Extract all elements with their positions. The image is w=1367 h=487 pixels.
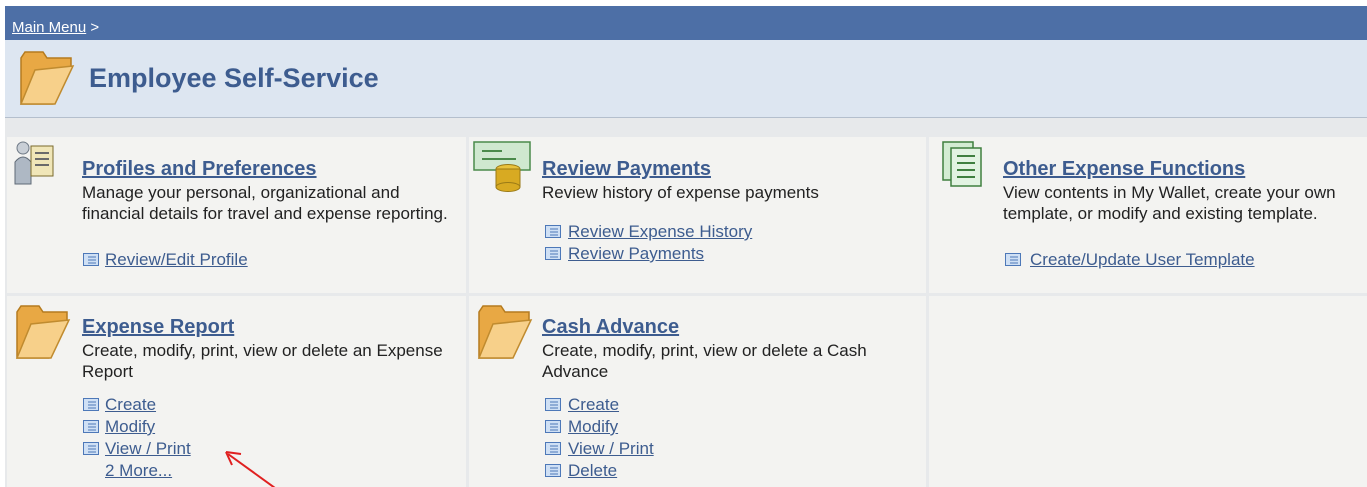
profiles-description: Manage your personal, organizational and…	[82, 183, 448, 223]
cash-advance-section: Cash Advance Create, modify, print, view…	[469, 296, 926, 487]
review-payments-link[interactable]: Review Payments	[568, 243, 704, 264]
create-update-user-template-link[interactable]: Create/Update User Template	[1030, 249, 1255, 270]
profiles-section: Profiles and Preferences Manage your per…	[7, 137, 466, 293]
list-bullet-icon	[83, 253, 99, 266]
folder-icon	[477, 305, 533, 359]
expense-report-modify-link[interactable]: Modify	[105, 416, 155, 437]
header-bar: Main Menu >	[5, 6, 1367, 40]
breadcrumb: Main Menu >	[12, 19, 99, 36]
review-payments-description: Review history of expense payments	[542, 183, 819, 202]
empty-section	[929, 296, 1367, 487]
list-bullet-icon	[83, 398, 99, 411]
list-bullet-icon	[545, 464, 561, 477]
person-document-icon	[14, 141, 54, 185]
page-title: Employee Self-Service	[89, 63, 379, 93]
review-payments-section: Review Payments Review history of expens…	[469, 137, 926, 293]
other-expense-description: View contents in My Wallet, create your …	[1003, 183, 1336, 223]
folder-icon	[19, 51, 75, 105]
list-bullet-icon	[83, 420, 99, 433]
other-expense-title-link[interactable]: Other Expense Functions	[1003, 158, 1245, 181]
list-bullet-icon	[545, 247, 561, 260]
review-expense-history-link[interactable]: Review Expense History	[568, 221, 752, 242]
profiles-title-link[interactable]: Profiles and Preferences	[82, 158, 317, 181]
breadcrumb-main-menu-link[interactable]: Main Menu	[12, 19, 86, 36]
list-bullet-icon	[545, 398, 561, 411]
cash-advance-view-print-link[interactable]: View / Print	[568, 438, 654, 459]
page-frame: Main Menu > Employee Self-Service Profil…	[5, 6, 1367, 487]
annotation-arrow-icon	[225, 451, 276, 487]
list-bullet-icon	[545, 225, 561, 238]
cash-advance-modify-link[interactable]: Modify	[568, 416, 618, 437]
cash-advance-delete-link[interactable]: Delete	[568, 460, 617, 481]
breadcrumb-separator: >	[90, 19, 100, 36]
list-bullet-icon	[545, 442, 561, 455]
cash-advance-create-link[interactable]: Create	[568, 394, 619, 415]
cash-advance-description: Create, modify, print, view or delete a …	[542, 341, 867, 381]
expense-report-create-link[interactable]: Create	[105, 394, 156, 415]
expense-report-title-link[interactable]: Expense Report	[82, 316, 234, 339]
list-bullet-icon	[83, 442, 99, 455]
review-payments-title-link[interactable]: Review Payments	[542, 158, 711, 181]
review-edit-profile-link[interactable]: Review/Edit Profile	[105, 249, 248, 270]
cash-advance-title-link[interactable]: Cash Advance	[542, 316, 679, 339]
folder-icon	[15, 305, 71, 359]
list-bullet-icon	[1005, 253, 1021, 266]
expense-report-more-link[interactable]: 2 More...	[105, 460, 172, 481]
expense-report-description: Create, modify, print, view or delete an…	[82, 341, 443, 381]
check-coins-icon	[473, 141, 531, 192]
documents-icon	[942, 141, 982, 187]
other-expense-section: Other Expense Functions View contents in…	[929, 137, 1367, 293]
list-bullet-icon	[545, 420, 561, 433]
expense-report-view-print-link[interactable]: View / Print	[105, 438, 191, 459]
